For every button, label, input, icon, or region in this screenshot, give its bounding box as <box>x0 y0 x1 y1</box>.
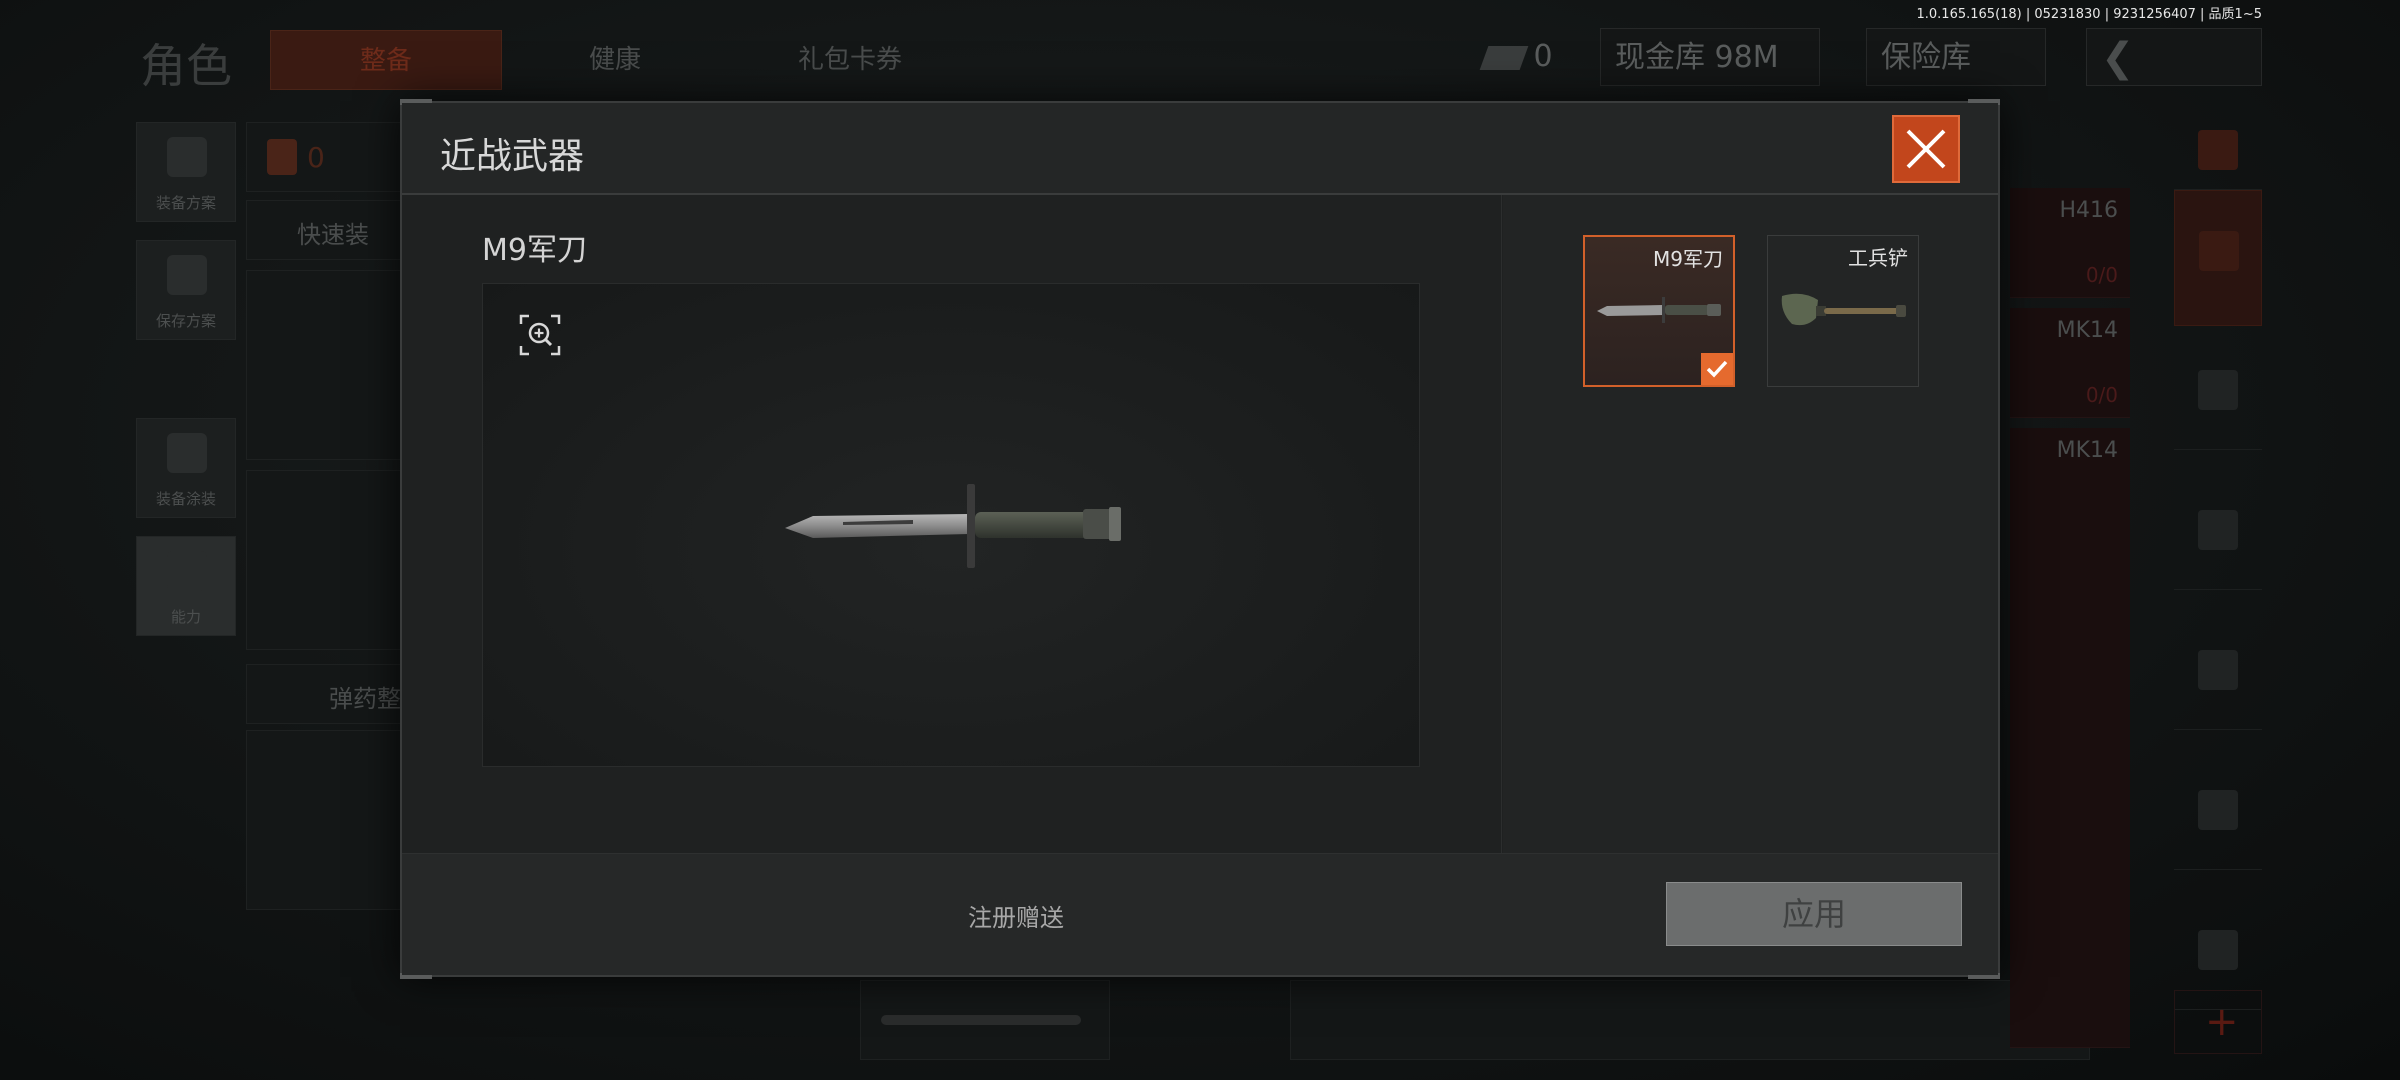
helmet-icon <box>167 433 207 473</box>
vest-icon <box>167 137 207 177</box>
inventory-strip <box>1290 980 2090 1060</box>
cash-vault-button[interactable]: 现金库 98M <box>1600 28 1820 86</box>
melee-slot[interactable] <box>860 980 1110 1060</box>
close-button[interactable] <box>1892 115 1960 183</box>
rifle-icon <box>2198 510 2238 550</box>
weapon-list-item-mk14[interactable]: MK14 0/0 <box>2010 308 2130 418</box>
download-icon <box>167 255 207 295</box>
back-arrow-icon: ❮ <box>2101 35 2135 81</box>
right-slot-stash[interactable] <box>2174 190 2262 326</box>
ticket-icon <box>1479 45 1529 70</box>
magazine-icon <box>2198 650 2238 690</box>
backpack-icon <box>267 139 297 175</box>
item-name: M9军刀 <box>482 233 587 268</box>
plus-icon: + <box>2205 999 2239 1045</box>
item-preview[interactable] <box>482 283 1420 767</box>
acquire-source-text: 注册赠送 <box>968 904 1064 932</box>
lightning-hex-icon <box>167 551 207 591</box>
option-m9-bayonet[interactable]: M9军刀 <box>1583 235 1735 387</box>
item-detail-panel: M9军刀 <box>402 195 1502 855</box>
option-shovel[interactable]: 工兵铲 <box>1767 235 1919 387</box>
tab-gear[interactable]: 整备 <box>270 30 502 90</box>
weapon-options-panel: M9军刀 工兵铲 <box>1503 195 1998 855</box>
tab-health[interactable]: 健康 <box>520 30 710 90</box>
shovel-icon <box>1781 293 1906 326</box>
bayonet-icon <box>1597 297 1721 323</box>
right-slot-magazine[interactable] <box>2174 610 2262 730</box>
right-slot-helmet[interactable] <box>2174 330 2262 450</box>
side-card-gear-skin[interactable]: 装备涂装 <box>136 418 236 518</box>
section-title: 角色 <box>140 39 232 93</box>
weapon-list-item-h416[interactable]: H416 0/0 <box>2010 188 2130 298</box>
dialog-title: 近战武器 <box>440 136 585 177</box>
bayonet-image <box>785 484 1121 568</box>
apply-button[interactable]: 应用 <box>1666 882 1962 946</box>
selected-check-icon <box>1701 353 1733 385</box>
melee-weapon-dialog: 近战武器 M9军刀 M9军刀 工兵铲 注册赠送 应用 <box>400 99 2000 979</box>
back-button[interactable]: ❮ <box>2086 28 2262 86</box>
attachment-icon <box>2198 790 2238 830</box>
zoom-in-icon[interactable] <box>519 314 561 356</box>
gear-slot-armor[interactable] <box>246 470 406 650</box>
side-card-ability[interactable]: 能力 <box>136 536 236 636</box>
helmet-icon <box>2198 370 2238 410</box>
ammo-button[interactable]: 弹药整 <box>246 664 406 724</box>
sort-button[interactable] <box>2174 110 2262 190</box>
currency-counter: 0 <box>1470 28 1567 86</box>
box-icon <box>2198 930 2238 970</box>
close-icon <box>1906 129 1946 169</box>
right-slot-attachment[interactable] <box>2174 750 2262 870</box>
side-card-loadout-plan[interactable]: 装备方案 <box>136 122 236 222</box>
add-slot-button[interactable]: + <box>2174 990 2262 1054</box>
stack-refresh-icon <box>2198 130 2238 170</box>
gear-slot-helmet[interactable] <box>246 270 406 460</box>
side-card-save-plan[interactable]: 保存方案 <box>136 240 236 340</box>
dialog-footer: 注册赠送 应用 <box>402 853 1998 975</box>
safe-box-button[interactable]: 保险库 <box>1866 28 2046 86</box>
weapon-list-item-mk14-2[interactable]: MK14 <box>2010 428 2130 1048</box>
stack-icon <box>2199 231 2239 271</box>
dialog-header: 近战武器 <box>402 103 1998 195</box>
gear-slot-backpack[interactable] <box>246 730 406 910</box>
version-text: 1.0.165.165(18) | 05231830 | 9231256407 … <box>1916 7 2263 22</box>
right-slot-rifle[interactable] <box>2174 470 2262 590</box>
loadout-counter: 0 <box>246 122 406 192</box>
quick-equip-button[interactable]: 快速装 <box>246 200 406 260</box>
tab-gift-vouchers[interactable]: 礼包卡券 <box>740 30 960 90</box>
bayonet-icon <box>881 1015 1081 1025</box>
